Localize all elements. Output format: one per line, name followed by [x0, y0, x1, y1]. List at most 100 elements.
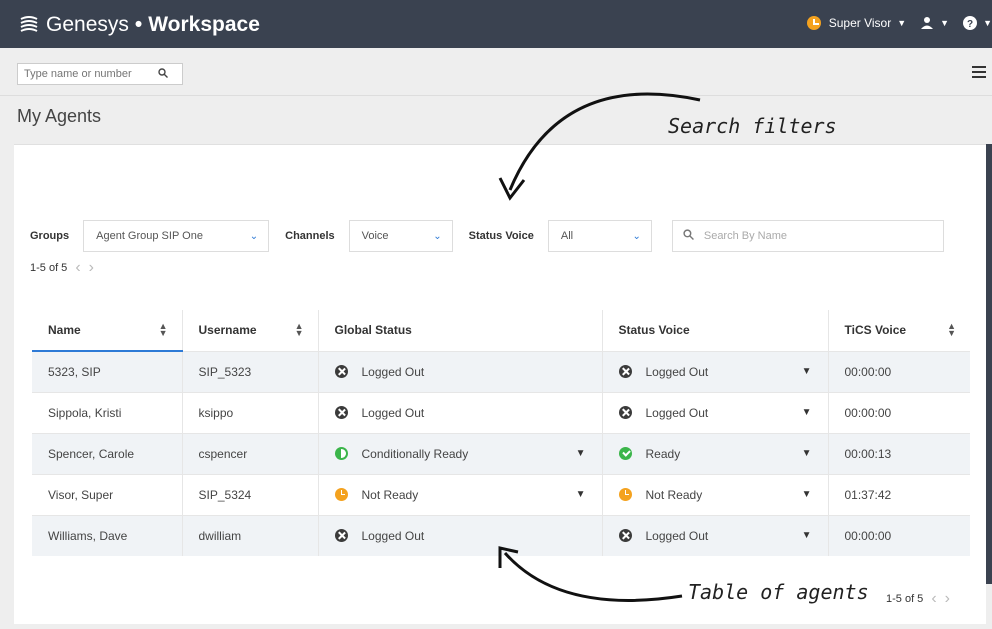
search-icon[interactable] [158, 67, 168, 81]
annotation-table-of-agents: Table of agents [688, 580, 869, 604]
logged-out-icon [618, 406, 632, 419]
ready-icon [618, 447, 632, 460]
profile-chevron-down-icon[interactable]: ▼ [940, 18, 949, 28]
channels-select[interactable]: Voice ⌄ [348, 220, 453, 252]
chevron-down-icon[interactable]: ▼ [802, 448, 812, 459]
chevron-right-icon[interactable]: › [89, 259, 94, 277]
toolbar [0, 48, 992, 96]
chevron-down-icon: ⌄ [632, 230, 641, 242]
team-communicator-input[interactable] [24, 68, 154, 80]
user-profile-icon[interactable] [920, 16, 934, 30]
brand-separator: • [134, 13, 143, 36]
voice-status-text: Not Ready [645, 487, 703, 502]
agent-username: cspencer [182, 432, 319, 474]
pagination-range: 1-5 of 5 [886, 593, 924, 605]
status-voice-label: Status Voice [468, 230, 534, 242]
agent-username: dwilliam [182, 514, 319, 556]
tics-voice: 00:00:00 [828, 350, 970, 392]
global-status-cell: Logged Out [318, 391, 603, 433]
chevron-down-icon[interactable]: ▼ [576, 448, 586, 459]
table-row[interactable]: Spencer, Carole cspencer Conditionally Rea… [32, 432, 970, 474]
table-row[interactable]: Sippola, Kristi ksippo Logged Out Logged Ou… [32, 391, 970, 433]
search-by-name-placeholder: Search By Name [703, 230, 788, 242]
agent-name: Spencer, Carole [32, 432, 183, 474]
chevron-down-icon[interactable]: ▼ [576, 489, 586, 500]
chevron-down-icon: ⌄ [433, 230, 442, 242]
sort-icon[interactable]: ▲ ▼ [295, 322, 304, 338]
genesys-logo-icon [20, 16, 38, 32]
status-voice-value: All [560, 230, 574, 242]
brand: Genesys • Workspace [18, 13, 260, 37]
page-title: My Agents [17, 106, 102, 126]
team-communicator-search[interactable] [17, 63, 183, 85]
chevron-left-icon[interactable]: ‹ [931, 590, 936, 608]
agent-name: Williams, Dave [32, 514, 183, 556]
status-voice-select[interactable]: All ⌄ [547, 220, 652, 252]
help-chevron-down-icon[interactable]: ▼ [983, 18, 992, 28]
filter-bar: Groups Agent Group SIP One ⌄ Channels Vo… [30, 219, 970, 253]
chevron-left-icon[interactable]: ‹ [75, 259, 80, 277]
global-status-cell: Logged Out [318, 350, 603, 392]
voice-status-cell: Logged Out ▼ [602, 391, 829, 433]
logged-out-icon [618, 365, 632, 378]
chevron-down-icon[interactable]: ▼ [802, 407, 812, 418]
menu-icon[interactable] [972, 66, 986, 78]
channels-label: Channels [285, 230, 335, 242]
logged-out-icon [618, 529, 632, 543]
agent-name: Visor, Super [32, 473, 183, 515]
user-name[interactable]: Super Visor [829, 16, 891, 30]
chevron-down-icon: ⌄ [249, 230, 259, 242]
search-icon [683, 229, 694, 243]
voice-status-text: Logged Out [645, 405, 709, 420]
annotation-search-filters: Search filters [668, 114, 837, 138]
chevron-down-icon[interactable]: ▼ [802, 530, 812, 541]
pagination-range: 1-5 of 5 [30, 262, 68, 274]
global-status-text: Logged Out [361, 405, 425, 420]
agent-username: SIP_5324 [182, 473, 319, 515]
sort-icon[interactable]: ▲ ▼ [947, 322, 956, 338]
column-header-name[interactable]: Name ▲ ▼ [32, 310, 183, 352]
global-status-cell: Not Ready ▼ [318, 473, 603, 515]
column-header-tics-voice[interactable]: TiCS Voice ▲ ▼ [828, 310, 970, 351]
tics-voice: 00:00:13 [828, 432, 970, 474]
voice-status-cell: Logged Out ▼ [602, 514, 829, 556]
chevron-right-icon[interactable]: › [945, 590, 950, 608]
tics-voice: 00:00:00 [828, 391, 970, 433]
global-status-cell: Conditionally Ready ▼ [318, 432, 603, 474]
agent-status-icon[interactable] [806, 16, 821, 30]
groups-select[interactable]: Agent Group SIP One ⌄ [83, 220, 270, 252]
not-ready-icon [618, 488, 632, 501]
pagination-top: 1-5 of 5 ‹ › [30, 259, 94, 277]
channels-value: Voice [361, 230, 389, 242]
voice-status-cell: Ready ▼ [602, 432, 829, 474]
global-status-text: Logged Out [361, 528, 425, 543]
table-row[interactable]: 5323, SIP SIP_5323 Logged Out Logged Out ▼ 00… [32, 350, 970, 392]
voice-status-text: Logged Out [645, 528, 709, 543]
user-chevron-down-icon[interactable]: ▼ [897, 18, 906, 28]
voice-status-text: Ready [645, 446, 681, 461]
chevron-down-icon[interactable]: ▼ [802, 489, 812, 500]
top-bar: Genesys • Workspace Super Visor ▼ ▼ ? ▼ [0, 0, 992, 48]
pagination-bottom: 1-5 of 5 ‹ › [886, 590, 950, 608]
logged-out-icon [334, 365, 348, 378]
agents-table: Name ▲ ▼ Username ▲ ▼ Global Status Status V… [32, 310, 970, 556]
sort-icon[interactable]: ▲ ▼ [159, 322, 168, 338]
search-by-name-field[interactable]: Search By Name [671, 220, 944, 252]
tics-voice: 01:37:42 [828, 473, 970, 515]
scrollbar[interactable] [986, 144, 992, 584]
tics-voice: 00:00:00 [828, 514, 970, 556]
table-row[interactable]: Visor, Super SIP_5324 Not Ready ▼ Not Ready ▼… [32, 473, 970, 515]
conditionally-ready-icon [334, 447, 348, 460]
logged-out-icon [334, 406, 348, 419]
svg-text:?: ? [967, 19, 973, 30]
groups-label: Groups [30, 230, 70, 242]
global-status-text: Not Ready [361, 487, 419, 502]
agent-name: 5323, SIP [32, 350, 183, 392]
chevron-down-icon[interactable]: ▼ [802, 366, 812, 377]
user-area: Super Visor ▼ ▼ ? ▼ [806, 16, 992, 30]
table-row[interactable]: Williams, Dave dwilliam Logged Out Logged O… [32, 514, 970, 556]
help-icon[interactable]: ? [963, 16, 978, 30]
voice-status-text: Logged Out [645, 364, 709, 379]
column-header-username[interactable]: Username ▲ ▼ [182, 310, 319, 351]
global-status-text: Conditionally Ready [361, 446, 469, 461]
